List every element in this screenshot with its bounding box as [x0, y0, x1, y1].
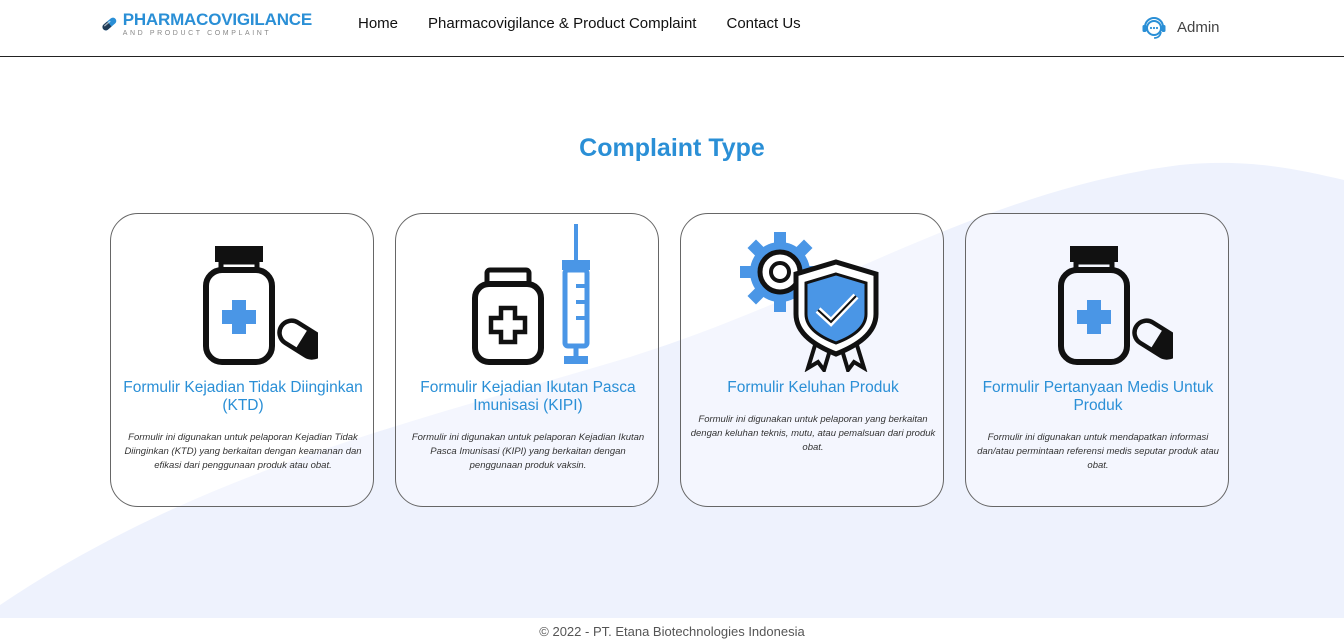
- card-ktd[interactable]: Formulir Kejadian Tidak Diinginkan (KTD)…: [110, 213, 374, 507]
- card-keluhan-produk[interactable]: Formulir Keluhan Produk Formulir ini dig…: [680, 213, 944, 507]
- card-title: Formulir Pertanyaan Medis Untuk Produk: [982, 379, 1214, 414]
- medicine-bottle-pill-icon: [203, 246, 318, 365]
- card-pertanyaan-medis[interactable]: Formulir Pertanyaan Medis Untuk Produk F…: [965, 213, 1229, 507]
- quality-shield-gear-icon: [740, 232, 879, 372]
- medicine-bottle-pill-icon: [1058, 246, 1173, 365]
- nav-home[interactable]: Home: [358, 15, 398, 32]
- card-title: Formulir Kejadian Tidak Diinginkan (KTD): [123, 379, 363, 414]
- top-navbar: PHARMACOVIGILANCE AND PRODUCT COMPLAINT …: [0, 0, 1344, 57]
- card-description: Formulir ini digunakan untuk pelaporan K…: [411, 432, 645, 471]
- capsule-icon: [102, 17, 117, 31]
- card-title: Formulir Keluhan Produk: [727, 379, 899, 396]
- section-title: Complaint Type: [579, 134, 765, 162]
- footer-copyright: © 2022 - PT. Etana Biotechnologies Indon…: [539, 624, 805, 639]
- nav-pharmacovigilance[interactable]: Pharmacovigilance & Product Complaint: [428, 15, 696, 32]
- vaccine-bottle-syringe-icon: [472, 224, 590, 365]
- support-agent-icon: [1142, 17, 1166, 39]
- card-description: Formulir ini digunakan untuk pelaporan y…: [690, 414, 936, 453]
- complaint-type-cards: Formulir Kejadian Tidak Diinginkan (KTD)…: [110, 213, 1229, 507]
- brand-logo[interactable]: PHARMACOVIGILANCE AND PRODUCT COMPLAINT: [100, 8, 312, 40]
- card-title: Formulir Kejadian Ikutan Pasca Imunisasi…: [420, 379, 636, 414]
- card-description: Formulir ini digunakan untuk mendapatkan…: [977, 432, 1219, 471]
- page: PHARMACOVIGILANCE AND PRODUCT COMPLAINT …: [0, 0, 1344, 644]
- main-nav: Home Pharmacovigilance & Product Complai…: [358, 15, 801, 32]
- nav-contact-us[interactable]: Contact Us: [726, 15, 800, 32]
- logo-sub-text: AND PRODUCT COMPLAINT: [122, 30, 272, 37]
- card-kipi[interactable]: Formulir Kejadian Ikutan Pasca Imunisasi…: [395, 213, 659, 507]
- card-description: Formulir ini digunakan untuk pelaporan K…: [124, 432, 362, 471]
- user-menu[interactable]: Admin: [1139, 12, 1220, 42]
- user-name: Admin: [1177, 18, 1220, 36]
- logo-main-text: PHARMACOVIGILANCE: [122, 10, 312, 29]
